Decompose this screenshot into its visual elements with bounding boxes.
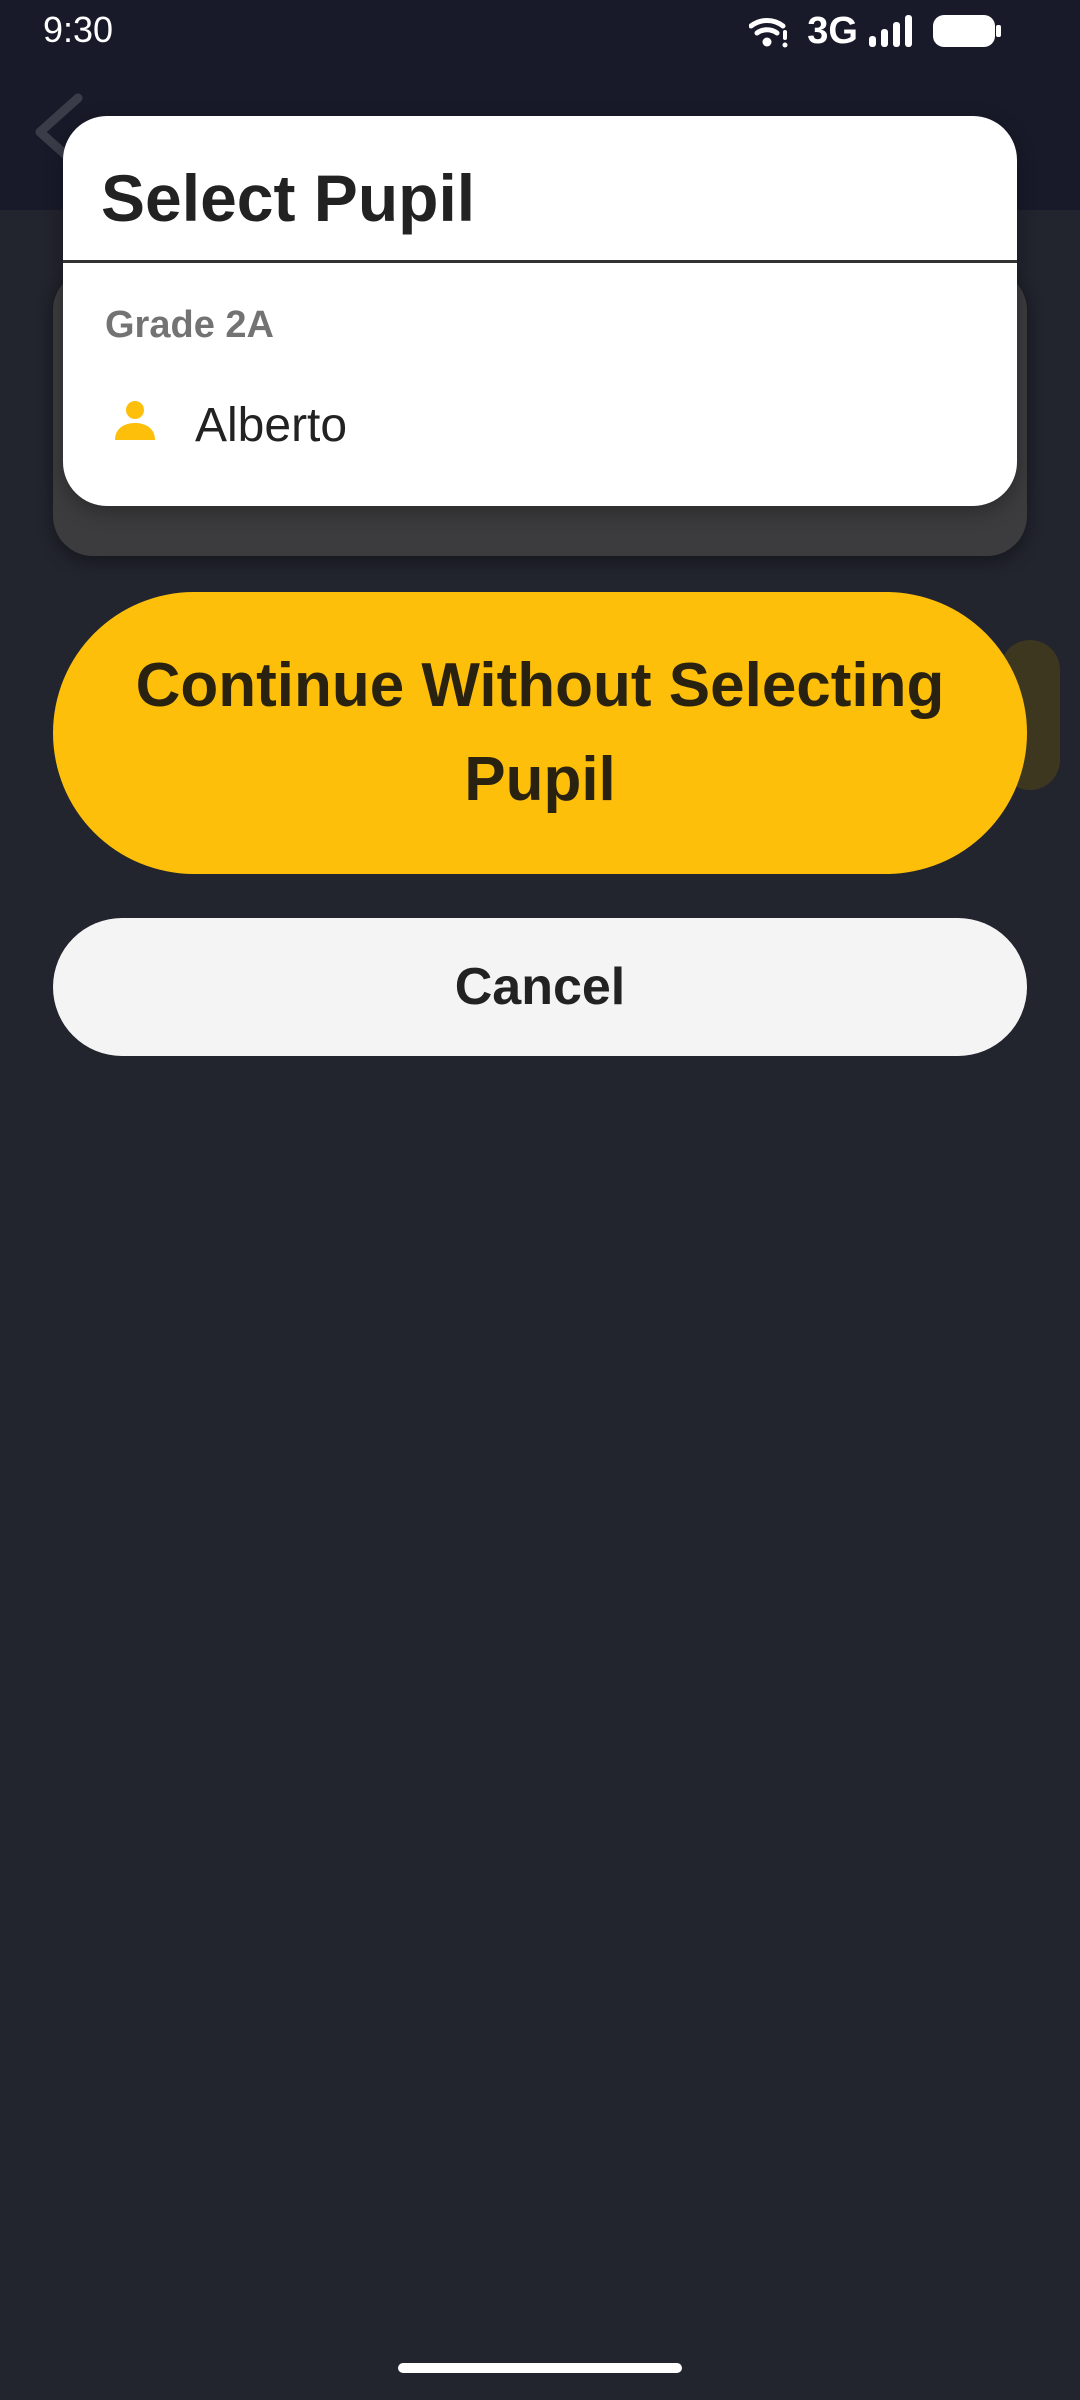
network-type: 3G (807, 10, 858, 52)
status-bar: 9:30 3G (0, 0, 1080, 62)
battery-icon (932, 14, 1002, 48)
home-indicator[interactable] (398, 2363, 682, 2373)
cancel-button[interactable]: Cancel (53, 918, 1027, 1056)
select-pupil-dialog: Select Pupil Grade 2A Alberto (63, 116, 1017, 506)
person-icon (111, 396, 159, 449)
status-icons: 3G (749, 10, 1002, 52)
continue-without-selecting-button[interactable]: Continue Without Selecting Pupil (53, 592, 1027, 874)
signal-icon (868, 14, 916, 48)
wifi-icon (749, 14, 789, 48)
status-time: 9:30 (43, 9, 114, 50)
pupil-list-item[interactable]: Alberto (63, 366, 1017, 486)
pupil-name: Alberto (195, 399, 348, 452)
dialog-divider (63, 260, 1017, 263)
group-header: Grade 2A (105, 304, 274, 346)
dialog-title: Select Pupil (101, 161, 476, 235)
